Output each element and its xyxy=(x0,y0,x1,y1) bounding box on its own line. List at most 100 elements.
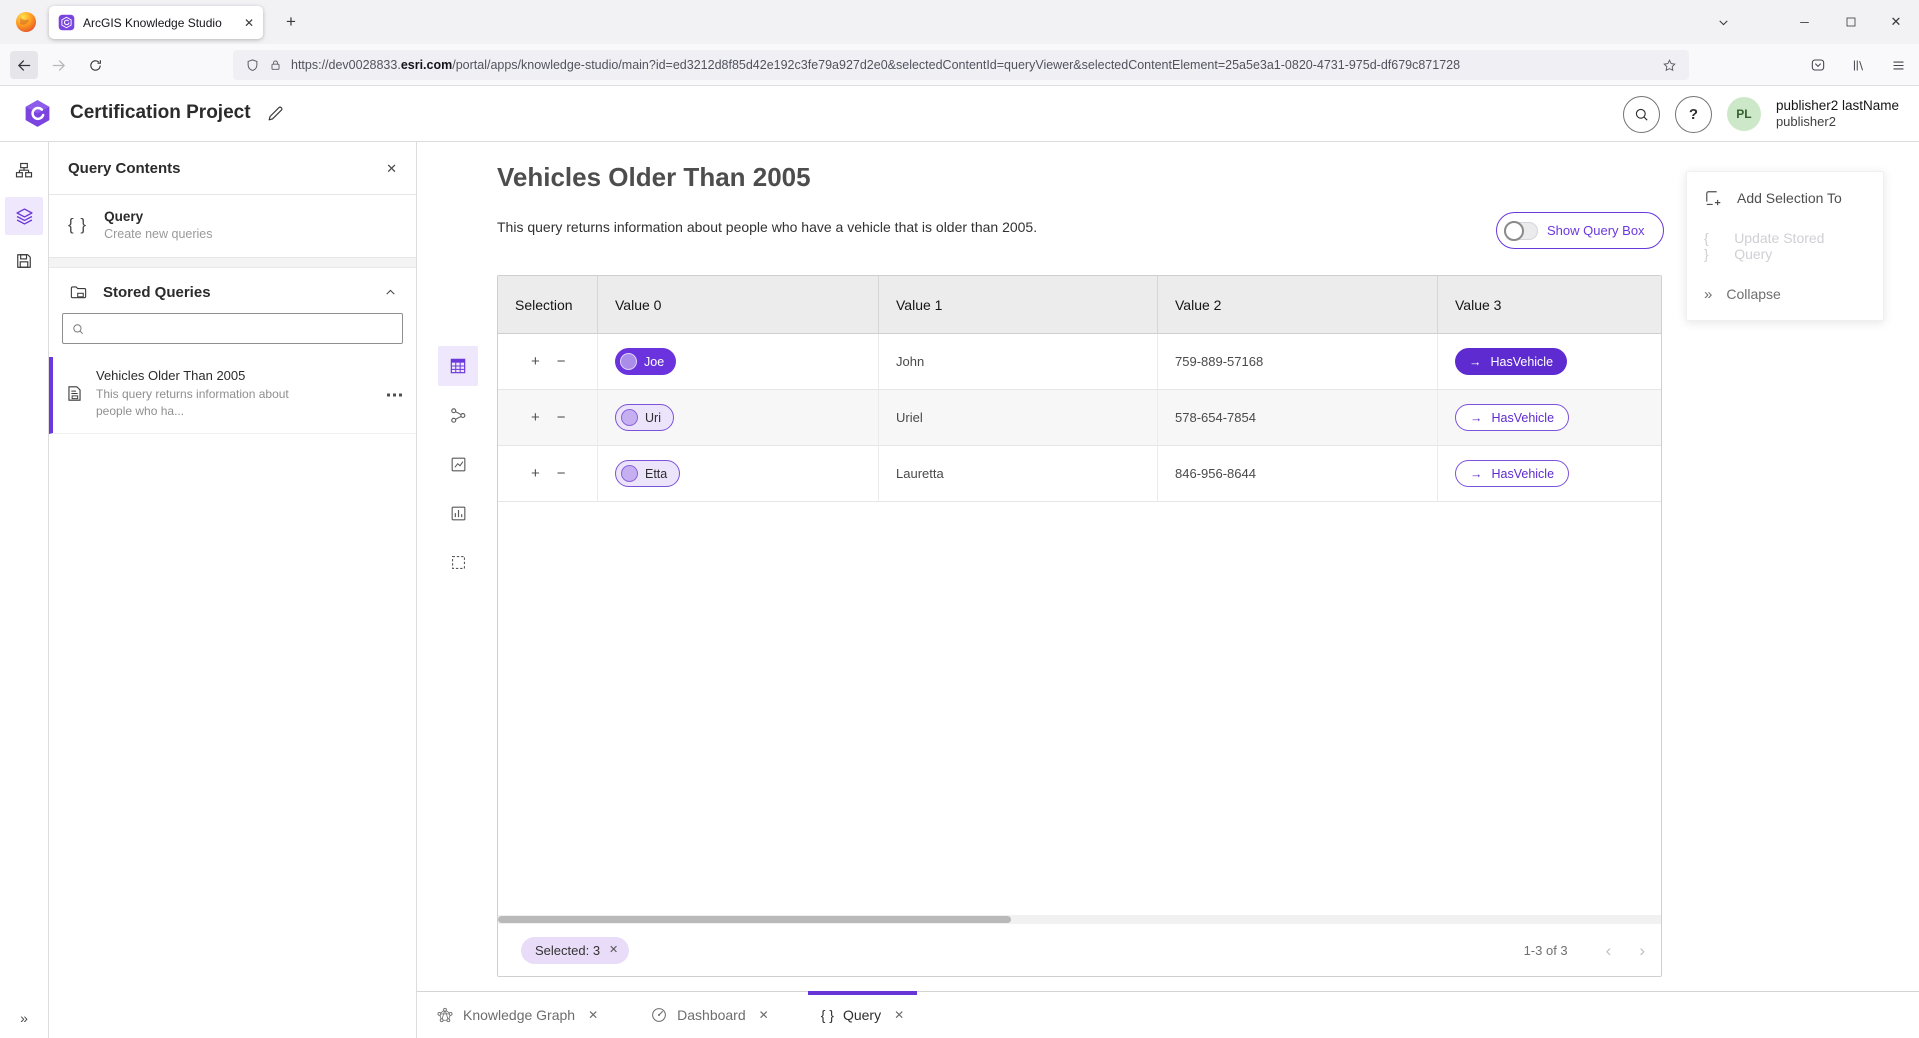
hamburger-menu-icon[interactable] xyxy=(1883,50,1913,80)
stored-query-options-icon[interactable] xyxy=(387,393,402,397)
arrow-right-icon: → xyxy=(1470,467,1483,481)
cell-value: 846-956-8644 xyxy=(1158,446,1438,501)
pocket-icon[interactable] xyxy=(1803,50,1833,80)
project-title: Certification Project xyxy=(70,102,251,124)
tracking-shield-icon[interactable] xyxy=(245,58,260,73)
relationship-pill[interactable]: →HasVehicle xyxy=(1455,404,1569,431)
remove-from-selection-icon[interactable]: − xyxy=(557,466,566,481)
show-query-box-toggle[interactable]: Show Query Box xyxy=(1496,212,1664,249)
browser-titlebar: ArcGIS Knowledge Studio ✕ + ✕ xyxy=(0,0,1919,44)
selected-count-chip[interactable]: Selected: 3 ✕ xyxy=(521,937,629,964)
scrollbar-thumb[interactable] xyxy=(498,916,1011,923)
stored-query-item[interactable]: Vehicles Older Than 2005 This query retu… xyxy=(49,357,416,434)
link-chart-icon[interactable] xyxy=(438,395,478,435)
table-row[interactable]: + − Joe John 759-889-57168 →HasVehicle xyxy=(498,334,1661,390)
expand-rail-icon[interactable]: » xyxy=(0,1010,48,1026)
knowledge-graph-icon xyxy=(436,1006,454,1024)
menu-item-add-selection-to[interactable]: Add Selection To xyxy=(1687,174,1883,222)
app-body: » Query Contents ✕ { } Query Create new … xyxy=(0,142,1919,1038)
tab-close-icon[interactable]: ✕ xyxy=(244,17,254,29)
column-header: Value 1 xyxy=(879,276,1158,333)
stored-query-file-icon xyxy=(65,384,84,403)
bookmark-star-icon[interactable] xyxy=(1662,58,1677,73)
selection-box-icon[interactable] xyxy=(438,542,478,582)
cell-value: Uriel xyxy=(879,390,1158,445)
project-hierarchy-icon[interactable] xyxy=(5,152,43,190)
window-close-button[interactable]: ✕ xyxy=(1881,0,1911,44)
add-to-selection-icon[interactable]: + xyxy=(531,466,540,481)
collapse-section-chevron-icon[interactable] xyxy=(384,286,397,299)
user-info[interactable]: publisher2 lastName publisher2 xyxy=(1776,97,1899,131)
add-to-selection-icon[interactable]: + xyxy=(531,354,540,369)
table-row[interactable]: + − Uri Uriel 578-654-7854 →HasVehicle xyxy=(498,390,1661,446)
stored-queries-search-input[interactable] xyxy=(92,321,394,336)
forward-button[interactable] xyxy=(44,51,72,79)
user-avatar[interactable]: PL xyxy=(1727,97,1761,131)
stored-queries-searchbox[interactable] xyxy=(62,313,403,344)
relationship-pill[interactable]: →HasVehicle xyxy=(1455,348,1567,375)
remove-from-selection-icon[interactable]: − xyxy=(557,410,566,425)
firefox-icon[interactable] xyxy=(14,10,38,34)
save-icon[interactable] xyxy=(5,242,43,280)
next-page-icon[interactable]: › xyxy=(1639,942,1645,959)
double-chevron-right-icon: » xyxy=(1704,286,1712,303)
query-results-table: Selection Value 0 Value 1 Value 2 Value … xyxy=(497,275,1662,977)
bar-chart-icon[interactable] xyxy=(438,493,478,533)
horizontal-scrollbar[interactable] xyxy=(498,915,1661,924)
help-button[interactable]: ? xyxy=(1675,96,1712,133)
query-item-subtitle: Create new queries xyxy=(104,227,212,241)
clear-selection-icon[interactable]: ✕ xyxy=(609,945,618,956)
stored-query-description: This query returns information about peo… xyxy=(96,386,310,420)
table-view-icon[interactable] xyxy=(438,346,478,386)
add-selection-icon xyxy=(1704,189,1723,208)
back-button[interactable] xyxy=(10,51,38,79)
close-tab-icon[interactable]: ✕ xyxy=(894,1009,904,1021)
stored-queries-header[interactable]: Stored Queries xyxy=(49,268,416,313)
tab-query[interactable]: { } Query ✕ xyxy=(808,992,917,1038)
panel-close-icon[interactable]: ✕ xyxy=(386,162,397,175)
section-divider xyxy=(49,258,416,268)
tab-knowledge-graph[interactable]: Knowledge Graph ✕ xyxy=(423,992,611,1038)
close-tab-icon[interactable]: ✕ xyxy=(588,1009,598,1021)
query-viewer-content: Vehicles Older Than 2005 This query retu… xyxy=(417,142,1919,991)
layers-icon[interactable] xyxy=(5,197,43,235)
close-tab-icon[interactable]: ✕ xyxy=(759,1009,769,1021)
previous-page-icon[interactable]: ‹ xyxy=(1606,942,1612,959)
menu-item-collapse[interactable]: » Collapse xyxy=(1687,270,1883,318)
search-button[interactable] xyxy=(1623,96,1660,133)
braces-icon: { } xyxy=(1704,230,1720,262)
reload-button[interactable] xyxy=(81,51,109,79)
query-contents-panel: Query Contents ✕ { } Query Create new qu… xyxy=(49,142,417,1038)
window-minimize-button[interactable] xyxy=(1789,0,1819,44)
new-tab-button[interactable]: + xyxy=(278,9,304,35)
dashboard-gauge-icon xyxy=(650,1006,668,1024)
lock-icon[interactable] xyxy=(269,58,282,72)
knowledge-studio-logo-icon xyxy=(22,98,53,129)
tab-dashboard[interactable]: Dashboard ✕ xyxy=(637,992,782,1038)
window-maximize-button[interactable] xyxy=(1836,0,1866,44)
url-bar[interactable]: https://dev0028833.esri.com/portal/apps/… xyxy=(233,50,1689,80)
edit-project-title-icon[interactable] xyxy=(266,104,285,123)
browser-tab[interactable]: ArcGIS Knowledge Studio ✕ xyxy=(49,6,263,39)
toggle-switch[interactable] xyxy=(1504,222,1538,240)
entity-pill[interactable]: Joe xyxy=(615,348,676,375)
browser-window: { "browser": { "tab_title": "ArcGIS Know… xyxy=(0,0,1919,1038)
app-header-right: ? PL publisher2 lastName publisher2 xyxy=(1623,86,1899,142)
new-query-item[interactable]: { } Query Create new queries xyxy=(49,195,416,258)
tab-list-chevron-icon[interactable] xyxy=(1708,0,1738,44)
user-role: publisher2 xyxy=(1776,114,1899,131)
entity-pill[interactable]: Uri xyxy=(615,404,674,431)
panel-title: Query Contents xyxy=(68,160,181,177)
query-item-title: Query xyxy=(104,209,212,224)
page-description: This query returns information about peo… xyxy=(497,219,1037,235)
line-chart-icon[interactable] xyxy=(438,444,478,484)
entity-pill[interactable]: Etta xyxy=(615,460,680,487)
remove-from-selection-icon[interactable]: − xyxy=(557,354,566,369)
relationship-pill[interactable]: →HasVehicle xyxy=(1455,460,1569,487)
folder-icon xyxy=(68,283,89,302)
add-to-selection-icon[interactable]: + xyxy=(531,410,540,425)
search-icon xyxy=(71,322,85,336)
stored-queries-title: Stored Queries xyxy=(103,284,370,301)
table-row[interactable]: + − Etta Lauretta 846-956-8644 →HasVehic… xyxy=(498,446,1661,502)
library-icon[interactable] xyxy=(1843,50,1873,80)
